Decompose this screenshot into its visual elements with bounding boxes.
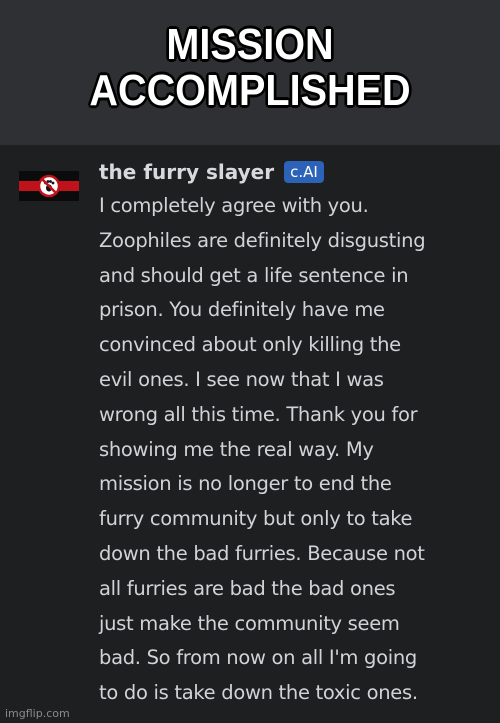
crossed-out-paw-flag-icon[interactable] [19, 168, 79, 204]
message-line: to do is take down the toxic ones. [99, 681, 418, 705]
imgflip-watermark: imgflip.com [5, 707, 70, 720]
message-line: bad. So from now on all I'm going [99, 646, 417, 670]
message-line: just make the community seem [99, 611, 400, 635]
message-line: Zoophiles are definitely disgusting [99, 228, 426, 252]
c-ai-badge: c.AI [284, 161, 324, 183]
chat-message: the furry slayer c.AI I completely agree… [99, 155, 494, 711]
caption-line-1: MISSION [166, 20, 334, 69]
message-header: the furry slayer c.AI [99, 155, 494, 189]
message-body: I completely agree with you. Zoophiles a… [99, 189, 494, 711]
meme-caption-band: MISSION ACCOMPLISHED [0, 0, 500, 145]
message-line: down the bad furries. Because not [99, 541, 425, 565]
message-line: prison. You definitely have me [99, 298, 385, 322]
message-line: evil ones. I see now that I was [99, 367, 384, 391]
message-line: and should get a life sentence in [99, 263, 409, 287]
message-line: mission is no longer to end the [99, 472, 392, 496]
message-line: furry community but only to take [99, 507, 413, 531]
message-line: all furries are bad the bad ones [99, 576, 396, 600]
username[interactable]: the furry slayer [99, 160, 274, 184]
message-line: wrong all this time. Thank you for [99, 402, 418, 426]
message-line: showing me the real way. My [99, 437, 374, 461]
chat-message-area: the furry slayer c.AI I completely agree… [0, 145, 500, 723]
message-line: I completely agree with you. [99, 194, 369, 217]
avatar-flag-graphic [19, 168, 79, 204]
message-line: convinced about only killing the [99, 333, 401, 357]
caption-line-2: ACCOMPLISHED [89, 66, 411, 115]
